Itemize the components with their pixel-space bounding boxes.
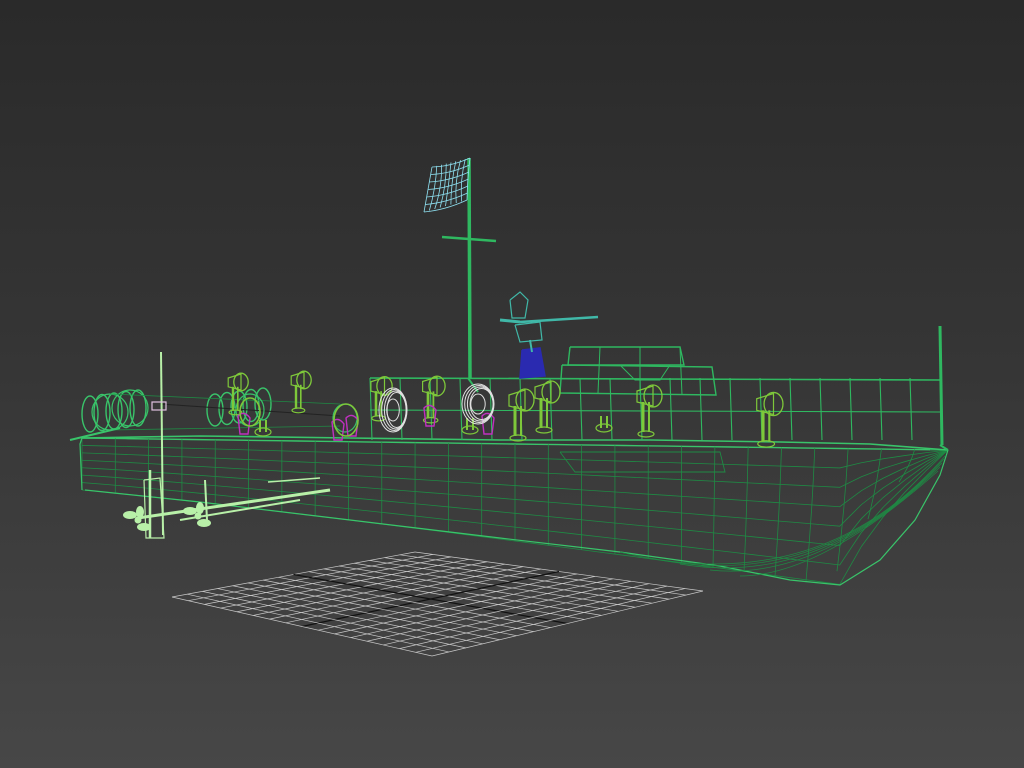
life-ring xyxy=(461,383,495,425)
rail-mid xyxy=(369,409,941,413)
vent-base xyxy=(637,430,655,438)
vent xyxy=(534,380,561,434)
ring-inner xyxy=(470,393,486,415)
flag[interactable] xyxy=(423,157,471,213)
grid-line xyxy=(278,576,551,628)
vent xyxy=(508,388,535,442)
prop-blade xyxy=(197,519,211,527)
vent-body xyxy=(370,376,386,396)
vent-body xyxy=(290,371,305,389)
rail-post xyxy=(669,377,673,441)
rail-post xyxy=(579,377,583,441)
shaft-tube xyxy=(267,477,321,483)
vent-body xyxy=(508,389,526,411)
rail-post xyxy=(489,377,493,441)
vent-base xyxy=(291,407,306,414)
grid-line xyxy=(431,590,704,657)
strut xyxy=(204,479,208,521)
hull-station xyxy=(712,446,716,568)
propeller xyxy=(123,506,151,531)
windscreen xyxy=(619,364,671,381)
cabin[interactable] xyxy=(559,346,717,396)
gun-barrel xyxy=(519,315,599,324)
vent xyxy=(422,375,446,424)
gun-cradle xyxy=(514,321,543,343)
prop-hub xyxy=(194,512,202,520)
rail-post xyxy=(879,377,883,441)
rudder-stock xyxy=(151,401,167,411)
vent-body xyxy=(534,381,552,403)
prop-hub xyxy=(134,516,142,524)
tube-axis xyxy=(159,403,341,417)
prop-blade xyxy=(183,507,197,515)
mast-pole xyxy=(467,157,472,379)
viewport-perspective[interactable] xyxy=(0,0,1024,768)
rail-post xyxy=(699,377,703,441)
rail-post xyxy=(909,377,913,441)
prop-blade xyxy=(137,523,151,531)
gun-breech xyxy=(499,318,521,324)
tube-side xyxy=(109,425,341,431)
bitt xyxy=(461,425,479,435)
grid-line xyxy=(415,588,686,653)
hull-station xyxy=(743,447,749,572)
gun-shield xyxy=(509,291,529,319)
boat-hull[interactable] xyxy=(79,435,949,586)
ring-line xyxy=(469,388,494,420)
rail-post xyxy=(429,377,433,441)
vent-body xyxy=(636,385,654,407)
prop-blade xyxy=(136,506,144,518)
rail-post xyxy=(819,377,823,441)
torpedo-tubes[interactable] xyxy=(69,387,358,441)
bitt xyxy=(595,423,613,433)
rail-post xyxy=(399,377,403,441)
bow-curve xyxy=(739,470,939,577)
propeller-shafts[interactable] xyxy=(123,351,331,539)
gun-mount xyxy=(519,347,546,379)
home-grid xyxy=(171,551,704,657)
cabin-top xyxy=(567,346,685,366)
keel-line xyxy=(84,449,949,586)
prop-blade xyxy=(123,511,137,519)
bitt xyxy=(254,427,272,437)
vent xyxy=(290,370,312,414)
rail-post xyxy=(789,377,793,441)
bow-curve xyxy=(649,458,945,566)
prop-blade xyxy=(196,502,204,514)
rail-post xyxy=(729,377,733,441)
cabin-post xyxy=(597,346,601,394)
vent-base xyxy=(535,426,553,434)
wireframe-scene[interactable] xyxy=(0,0,1024,768)
bow-staff xyxy=(938,325,944,446)
rail-post xyxy=(849,377,853,441)
vent-body xyxy=(227,373,242,391)
